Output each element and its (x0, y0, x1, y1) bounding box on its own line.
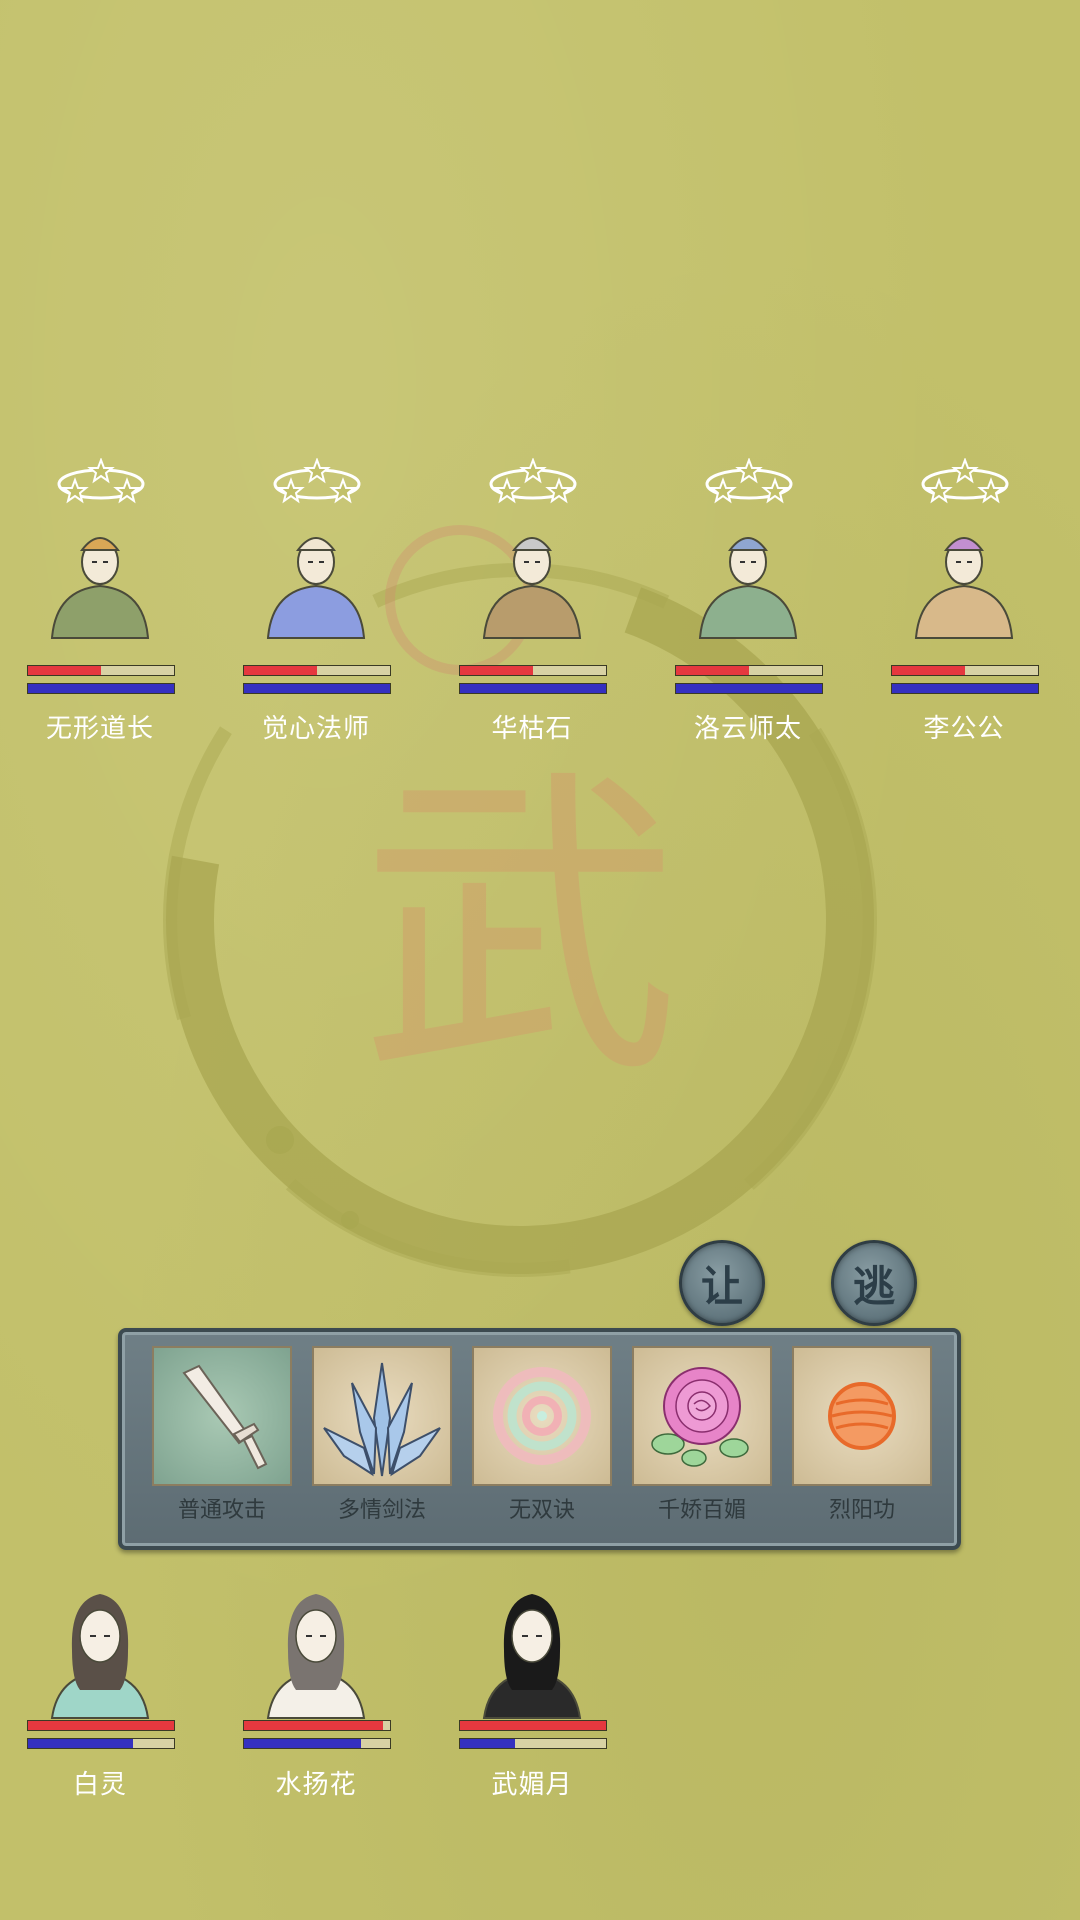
skill-label: 普通攻击 (177, 1498, 266, 1523)
star-rank-icon (57, 458, 145, 504)
mp-bar (675, 683, 823, 694)
enemy-portrait (482, 537, 582, 639)
hp-bar (27, 1720, 175, 1731)
ink-circle-watermark: 武 (163, 525, 877, 1277)
star-rank-icon (705, 458, 793, 504)
enemy-portrait (698, 537, 798, 639)
blades-fan-icon (323, 1362, 441, 1477)
skill-duoqing-sword[interactable]: 多情剑法 (312, 1346, 452, 1524)
enemy-name: 无形道长 (45, 714, 154, 744)
mp-bar (459, 683, 607, 694)
skill-tile (792, 1346, 932, 1486)
hp-bar (27, 665, 175, 676)
mp-bar (891, 683, 1039, 694)
ally-portrait (482, 1594, 582, 1719)
skill-label: 烈阳功 (828, 1498, 895, 1523)
hp-bar (675, 665, 823, 676)
skill-wushuang[interactable]: 无双诀 (472, 1346, 612, 1524)
enemy-portrait (914, 537, 1014, 639)
yield-button[interactable]: 让 (679, 1240, 765, 1326)
enemy-name: 洛云师太 (693, 714, 802, 744)
sun-orb-icon (828, 1382, 896, 1450)
hp-bar (891, 665, 1039, 676)
skill-tile (152, 1346, 292, 1486)
ally-portrait (266, 1594, 366, 1719)
enemy-portrait (50, 537, 150, 639)
skill-panel: 普通攻击 多情剑法 无双诀 千娇百媚 烈阳功 (118, 1328, 961, 1550)
enemy-name: 李公公 (923, 714, 1005, 744)
mp-bar (243, 683, 391, 694)
mp-bar (243, 1738, 391, 1749)
enemy-portrait (266, 537, 366, 639)
rose-icon (651, 1367, 749, 1467)
enemy-name: 觉心法师 (261, 714, 370, 744)
mp-bar (27, 1738, 175, 1749)
skill-lieyang[interactable]: 烈阳功 (792, 1346, 932, 1524)
ally-name: 白灵 (72, 1770, 127, 1800)
skill-tile (632, 1346, 772, 1486)
star-rank-icon (489, 458, 577, 504)
watermark-character: 武 (360, 744, 680, 1116)
mp-bar (27, 683, 175, 694)
hp-bar (459, 665, 607, 676)
sword-icon (182, 1364, 268, 1470)
skill-normal-attack[interactable]: 普通攻击 (152, 1346, 292, 1524)
ally-name: 武媚月 (491, 1770, 573, 1800)
flee-button[interactable]: 逃 (831, 1240, 917, 1326)
mp-bar (459, 1738, 607, 1749)
skill-qianjiao[interactable]: 千娇百媚 (632, 1346, 772, 1524)
star-rank-icon (921, 458, 1009, 504)
skill-label: 多情剑法 (337, 1498, 426, 1523)
skill-label: 无双诀 (508, 1498, 575, 1523)
spiral-icon (493, 1367, 591, 1465)
hp-bar (243, 665, 391, 676)
hp-bar (459, 1720, 607, 1731)
hp-bar (243, 1720, 391, 1731)
enemy-name: 华枯石 (491, 714, 573, 744)
ally-portrait (50, 1594, 150, 1719)
star-rank-icon (273, 458, 361, 504)
ally-name: 水扬花 (275, 1770, 357, 1800)
skill-tile (312, 1346, 452, 1486)
skill-tile (472, 1346, 612, 1486)
skill-label: 千娇百媚 (657, 1498, 746, 1523)
